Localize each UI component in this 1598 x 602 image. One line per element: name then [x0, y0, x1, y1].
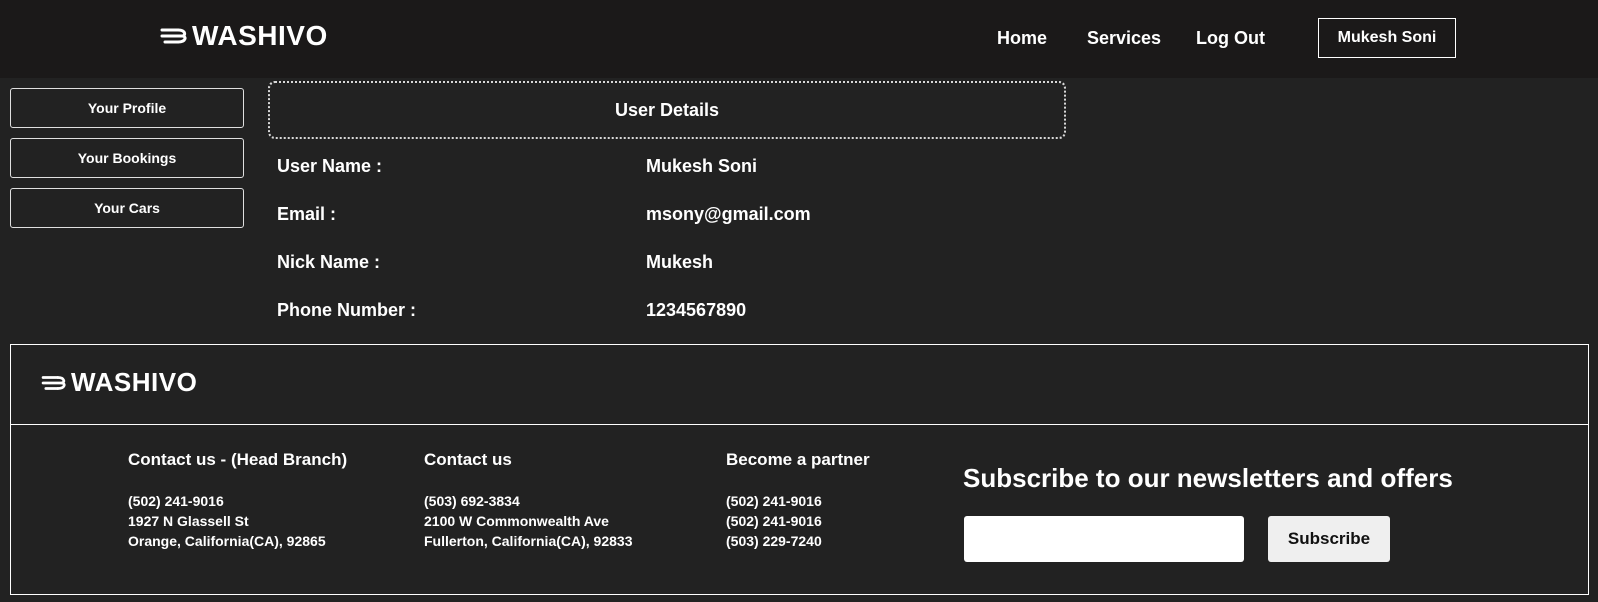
- user-name-label: User Name :: [277, 156, 383, 176]
- wind-icon: [160, 28, 187, 44]
- phone-number-value: 1234567890: [646, 300, 747, 320]
- head-branch-title: Contact us - (Head Branch): [128, 450, 348, 469]
- partner-phone-2: (502) 241-9016: [726, 513, 822, 529]
- sidebar-item-your-cars[interactable]: Your Cars: [10, 188, 244, 228]
- contact-us-city: Fullerton, California(CA), 92833: [424, 533, 633, 549]
- email-value: msony@gmail.com: [646, 204, 811, 224]
- nav-services-link[interactable]: Services: [1087, 28, 1161, 49]
- wind-icon: [41, 375, 66, 390]
- sidebar-item-your-profile[interactable]: Your Profile: [10, 88, 244, 128]
- user-name-value: Mukesh Soni: [646, 156, 758, 176]
- phone-number-label: Phone Number :: [277, 300, 417, 320]
- nav-logout-link[interactable]: Log Out: [1196, 28, 1265, 49]
- user-account-button[interactable]: Mukesh Soni: [1318, 18, 1456, 58]
- head-branch-street: 1927 N Glassell St: [128, 513, 249, 529]
- partner-phone-1: (502) 241-9016: [726, 493, 822, 509]
- footer-brand-logo[interactable]: WASHIVO: [41, 367, 197, 398]
- sidebar-item-your-bookings[interactable]: Your Bookings: [10, 138, 244, 178]
- partner-title: Become a partner: [726, 450, 870, 469]
- contact-us-title: Contact us: [424, 450, 512, 469]
- footer-brand-name: WASHIVO: [71, 367, 198, 397]
- email-label: Email :: [277, 204, 337, 224]
- partner-phone-3: (503) 229-7240: [726, 533, 822, 549]
- nav-home-link[interactable]: Home: [997, 28, 1047, 49]
- brand-logo[interactable]: WASHIVO: [160, 20, 328, 52]
- site-footer: WASHIVO Contact us - (Head Branch) (502)…: [10, 344, 1589, 595]
- subscribe-button[interactable]: Subscribe: [1268, 516, 1390, 562]
- head-branch-phone: (502) 241-9016: [128, 493, 224, 509]
- footer-divider: [11, 424, 1588, 425]
- newsletter-email-input[interactable]: [964, 516, 1244, 562]
- nick-name-value: Mukesh: [646, 252, 714, 272]
- contact-us-street: 2100 W Commonwealth Ave: [424, 513, 609, 529]
- head-branch-city: Orange, California(CA), 92865: [128, 533, 326, 549]
- brand-name: WASHIVO: [192, 20, 328, 51]
- newsletter-title: Subscribe to our newsletters and offers: [963, 463, 1453, 493]
- contact-us-phone: (503) 692-3834: [424, 493, 520, 509]
- top-navbar: WASHIVO Home Services Log Out Mukesh Son…: [0, 0, 1598, 78]
- nick-name-label: Nick Name :: [277, 252, 381, 272]
- user-details-heading: User Details: [268, 81, 1066, 139]
